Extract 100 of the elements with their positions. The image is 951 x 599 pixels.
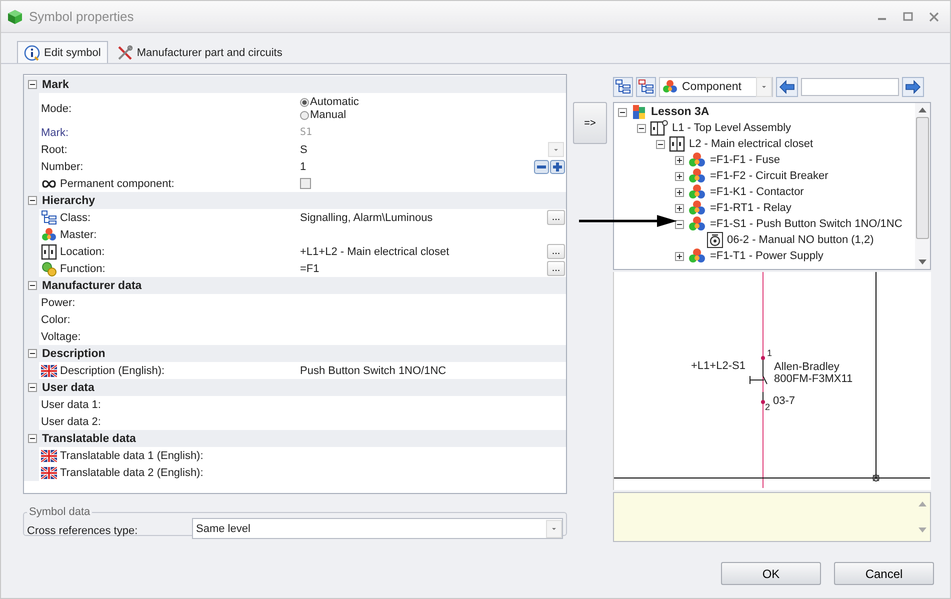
field-value: =F1 xyxy=(300,262,320,274)
field-label: Translatable data 2 (English): xyxy=(60,466,204,478)
field-value[interactable]: 1 xyxy=(300,160,534,172)
field-value[interactable]: S xyxy=(300,144,548,156)
field-label: Description (English): xyxy=(60,364,165,376)
section-title: Translatable data xyxy=(42,432,136,444)
collapse-icon[interactable] xyxy=(28,434,37,443)
field-label: Mark: xyxy=(41,126,68,138)
field-label: Class: xyxy=(60,212,91,224)
collapse-icon[interactable] xyxy=(28,349,37,358)
tab[interactable]: Edit symbol xyxy=(17,41,108,63)
component-icon xyxy=(688,248,706,264)
maximize-icon[interactable] xyxy=(902,10,914,22)
field-label: Cross references type: xyxy=(27,524,139,536)
expand-icon[interactable] xyxy=(675,172,684,180)
expand-icon[interactable] xyxy=(675,156,684,164)
radio-option[interactable]: Automatic xyxy=(300,96,359,108)
cabinet-icon xyxy=(650,120,668,136)
terminal-number: 2 xyxy=(765,402,770,412)
section-title: Mark xyxy=(42,78,69,90)
section-header[interactable]: Manufacturer data xyxy=(24,277,566,294)
cross-reference-label: 03-7 xyxy=(773,395,796,407)
section-header[interactable]: Hierarchy xyxy=(24,192,566,209)
field-value: Signalling, Alarm\Luminous xyxy=(300,212,434,224)
flag-icon xyxy=(41,466,57,478)
collapse-icon[interactable] xyxy=(675,220,684,228)
gears-icon xyxy=(41,260,57,276)
ok-button[interactable]: OK xyxy=(721,562,821,585)
expand-icon[interactable] xyxy=(675,204,684,212)
tab[interactable]: Manufacturer part and circuits xyxy=(110,41,290,63)
tree-item[interactable]: 06-2 - Manual NO button (1,2) xyxy=(727,234,874,246)
tree-item[interactable]: =F1-F2 - Circuit Breaker xyxy=(710,170,828,182)
component-icon xyxy=(688,216,706,232)
collapse-icon[interactable] xyxy=(28,80,37,89)
section-header[interactable]: User data xyxy=(24,379,566,396)
field-label: Master: xyxy=(60,228,97,240)
hierarchy-icon[interactable] xyxy=(636,77,656,97)
component-icon xyxy=(688,184,706,200)
part-number-label: 800FM-F3MX11 xyxy=(774,373,853,385)
field-value: +L1+L2 - Main electrical closet xyxy=(300,246,450,258)
collapse-icon[interactable] xyxy=(28,196,37,205)
tools-icon xyxy=(116,44,133,60)
checkbox[interactable] xyxy=(300,178,311,189)
component-icon xyxy=(662,79,678,95)
section-header[interactable]: Translatable data xyxy=(24,430,566,447)
tree-item[interactable]: =F1-F1 - Fuse xyxy=(710,154,780,166)
tree-item[interactable]: Lesson 3A xyxy=(651,106,710,118)
search-field[interactable] xyxy=(801,78,899,96)
scroll-thumb[interactable] xyxy=(916,117,929,239)
cancel-button[interactable]: Cancel xyxy=(834,562,934,585)
browse-button[interactable]: ... xyxy=(547,244,565,259)
field-label: User data 1: xyxy=(41,398,101,410)
component-icon xyxy=(688,152,706,168)
scroll-down-icon[interactable] xyxy=(918,259,927,265)
tree-item[interactable]: L2 - Main electrical closet xyxy=(689,138,814,150)
expand-icon[interactable] xyxy=(675,188,684,196)
collapse-icon[interactable] xyxy=(618,108,627,116)
field-label: Location: xyxy=(60,246,105,258)
field-label: Power: xyxy=(41,296,76,308)
scrollbar[interactable] xyxy=(915,103,930,269)
browse-button[interactable]: ... xyxy=(547,210,565,225)
tree-item[interactable]: =F1-S1 - Push Button Switch 1NO/1NC xyxy=(710,218,902,230)
radio-option[interactable]: Manual xyxy=(300,108,359,122)
plus-icon[interactable] xyxy=(550,160,565,174)
field-label: Permanent component: xyxy=(60,178,174,190)
section-title: Manufacturer data xyxy=(42,280,142,292)
field-label: Translatable data 1 (English): xyxy=(60,450,204,462)
section-header[interactable]: Mark xyxy=(24,76,566,93)
collapse-icon[interactable] xyxy=(28,383,37,392)
close-icon[interactable] xyxy=(928,10,940,22)
info-icon xyxy=(24,44,40,60)
section-header[interactable]: Description xyxy=(24,345,566,362)
field-label: User data 2: xyxy=(41,416,101,428)
filter-dropdown[interactable]: Component xyxy=(659,77,773,97)
collapse-icon[interactable] xyxy=(28,281,37,290)
field-value: Push Button Switch 1NO/1NC xyxy=(300,364,448,376)
tree-item[interactable]: L1 - Top Level Assembly xyxy=(672,122,792,134)
tree-item[interactable]: =F1-RT1 - Relay xyxy=(710,202,792,214)
device-tag: +L1+L2-S1 xyxy=(691,360,746,372)
hierarchy-icon[interactable] xyxy=(613,77,633,97)
browse-button[interactable]: ... xyxy=(547,261,565,276)
window-title: Symbol properties xyxy=(29,9,134,24)
collapse-icon[interactable] xyxy=(656,140,665,148)
transfer-button[interactable]: => xyxy=(573,102,607,144)
expand-icon[interactable] xyxy=(675,252,684,260)
collapse-icon[interactable] xyxy=(637,124,646,132)
cabinet-icon xyxy=(669,136,685,152)
dropdown-field[interactable]: Same level xyxy=(192,518,563,539)
field-label: Number: xyxy=(41,160,84,172)
terminal-number: 1 xyxy=(767,348,772,358)
infinity-icon xyxy=(41,178,57,188)
field-value: S1 xyxy=(300,127,314,138)
scroll-up-icon[interactable] xyxy=(918,107,927,113)
section-title: User data xyxy=(42,382,94,394)
tree-item[interactable]: =F1-K1 - Contactor xyxy=(710,186,804,198)
push-button-icon xyxy=(707,232,723,248)
minus-icon[interactable] xyxy=(534,160,549,174)
section-title: Description xyxy=(42,348,106,360)
component-icon xyxy=(41,226,57,242)
tree-item[interactable]: =F1-T1 - Power Supply xyxy=(710,250,824,262)
